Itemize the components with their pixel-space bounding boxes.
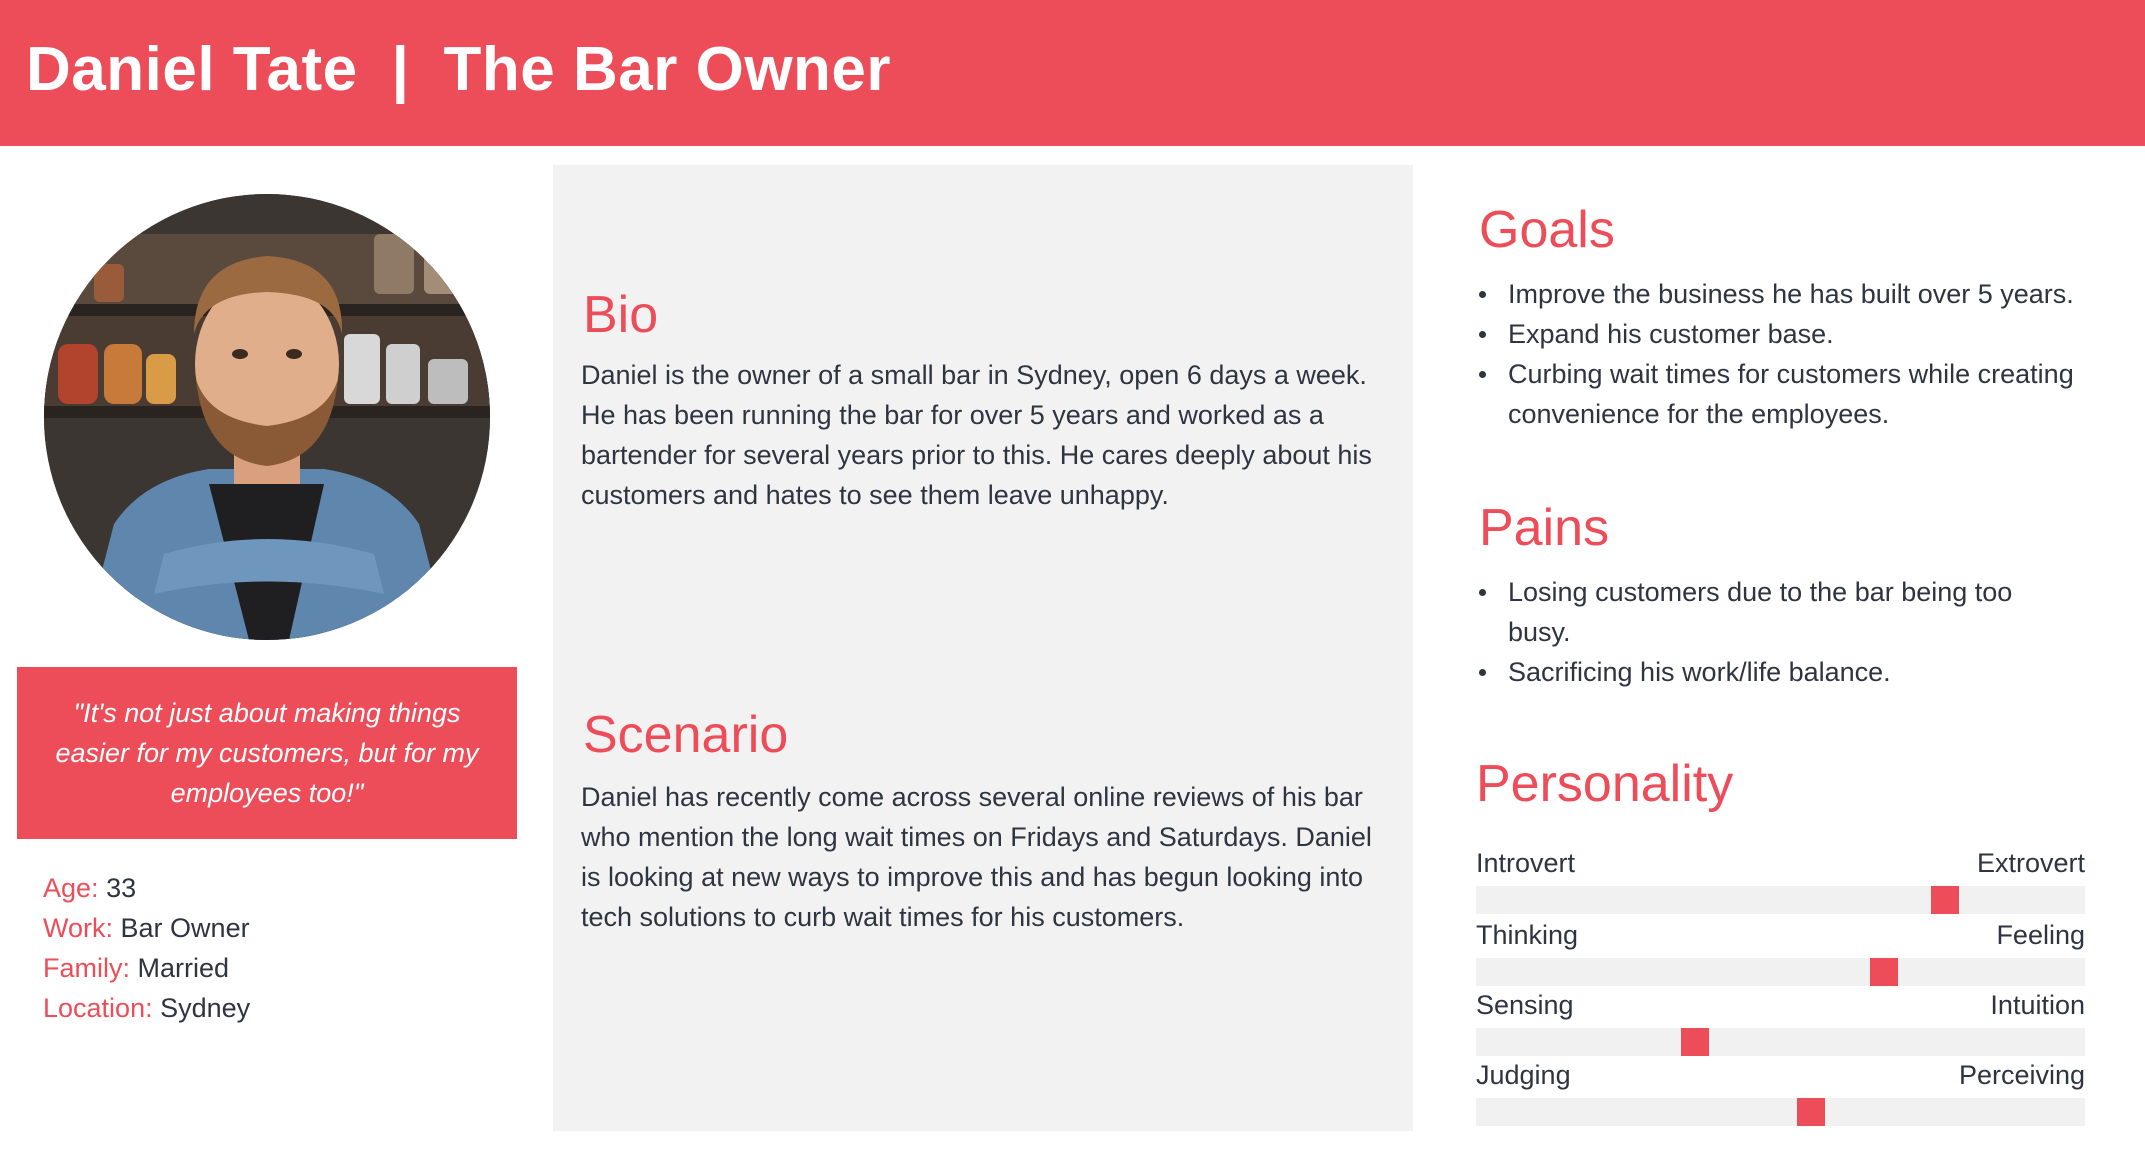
scenario-heading: Scenario bbox=[583, 706, 789, 764]
trait-left-label: Introvert bbox=[1476, 848, 1576, 878]
pains-list: Losing customers due to the bar being to… bbox=[1476, 572, 2056, 692]
trait-slider-track bbox=[1476, 958, 2085, 986]
trait-left-label: Sensing bbox=[1476, 990, 1574, 1020]
fact-age-value: 33 bbox=[106, 873, 137, 903]
fact-work-value: Bar Owner bbox=[120, 913, 250, 943]
trait-right-label: Feeling bbox=[1996, 920, 2085, 950]
persona-name: Daniel Tate bbox=[26, 35, 358, 104]
trait-slider-track bbox=[1476, 886, 2085, 914]
trait-marker bbox=[1870, 958, 1899, 986]
persona-quote-box: "It's not just about making things easie… bbox=[17, 667, 517, 839]
list-item: Curbing wait times for customers while c… bbox=[1476, 354, 2116, 434]
scenario-text: Daniel has recently come across several … bbox=[581, 782, 1372, 932]
trait-introvert-extrovert: Introvert Extrovert bbox=[1476, 846, 2085, 914]
pains-heading: Pains bbox=[1479, 499, 1610, 557]
trait-marker bbox=[1796, 1098, 1825, 1126]
trait-marker bbox=[1930, 886, 1959, 914]
fact-family: Family: Married bbox=[43, 948, 250, 988]
persona-role: The Bar Owner bbox=[443, 35, 892, 104]
fact-family-label: Family: bbox=[43, 953, 130, 983]
portrait-photo-icon bbox=[44, 194, 490, 640]
trait-thinking-feeling: Thinking Feeling bbox=[1476, 918, 2085, 986]
goals-list: Improve the business he has built over 5… bbox=[1476, 274, 2116, 434]
trait-left-label: Judging bbox=[1476, 1060, 1571, 1090]
goals-heading: Goals bbox=[1479, 201, 1615, 259]
list-item: Losing customers due to the bar being to… bbox=[1476, 572, 2056, 652]
persona-photo bbox=[44, 194, 490, 640]
list-item: Improve the business he has built over 5… bbox=[1476, 274, 2116, 314]
fact-location: Location: Sydney bbox=[43, 988, 250, 1028]
bio-scenario-panel: Bio Daniel is the owner of a small bar i… bbox=[553, 165, 1413, 1131]
fact-family-value: Married bbox=[137, 953, 230, 983]
bio-heading: Bio bbox=[583, 286, 659, 344]
persona-quote: "It's not just about making things easie… bbox=[55, 698, 479, 808]
list-item: Expand his customer base. bbox=[1476, 314, 2116, 354]
trait-right-label: Perceiving bbox=[1958, 1060, 2085, 1090]
trait-right-label: Intuition bbox=[1990, 990, 2085, 1020]
fact-age: Age: 33 bbox=[43, 868, 250, 908]
list-item: Sacrificing his work/life balance. bbox=[1476, 652, 2056, 692]
header-bar: Daniel Tate | The Bar Owner bbox=[0, 0, 2145, 146]
title-separator: | bbox=[391, 35, 410, 104]
trait-slider-track bbox=[1476, 1098, 2085, 1126]
fact-location-label: Location: bbox=[43, 993, 153, 1023]
fact-work: Work: Bar Owner bbox=[43, 908, 250, 948]
trait-sensing-intuition: Sensing Intuition bbox=[1476, 988, 2085, 1056]
fact-age-label: Age: bbox=[43, 873, 99, 903]
persona-facts: Age: 33 Work: Bar Owner Family: Married … bbox=[43, 868, 250, 1028]
trait-right-label: Extrovert bbox=[1976, 848, 2085, 878]
trait-judging-perceiving: Judging Perceiving bbox=[1476, 1058, 2085, 1126]
fact-work-label: Work: bbox=[43, 913, 114, 943]
fact-location-value: Sydney bbox=[160, 993, 251, 1023]
personality-heading: Personality bbox=[1476, 755, 1734, 813]
page-title: Daniel Tate | The Bar Owner bbox=[26, 34, 891, 105]
trait-marker bbox=[1681, 1028, 1710, 1056]
trait-left-label: Thinking bbox=[1476, 920, 1579, 950]
bio-text: Daniel is the owner of a small bar in Sy… bbox=[581, 360, 1372, 510]
trait-slider-track bbox=[1476, 1028, 2085, 1056]
